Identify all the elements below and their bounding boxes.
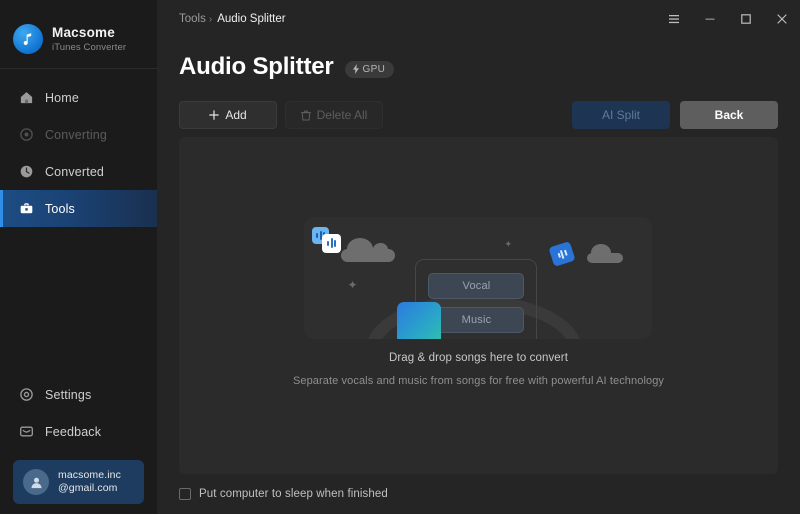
- drop-zone-panel[interactable]: ✦ ✦ Vocal Music Drag & drop songs here t…: [179, 137, 778, 474]
- toolbox-icon: [19, 201, 34, 216]
- sidebar-item-label: Converted: [45, 164, 105, 179]
- main-content: Tools › Audio Splitter Audio Splitter GP…: [157, 0, 800, 514]
- sidebar-nav: Home Converting Converted Tools: [0, 79, 157, 227]
- sidebar-item-feedback[interactable]: Feedback: [0, 413, 157, 450]
- maximize-icon[interactable]: [728, 0, 764, 38]
- trash-icon: [300, 110, 311, 120]
- delete-all-button[interactable]: Delete All: [285, 101, 383, 129]
- back-button[interactable]: Back: [680, 101, 778, 129]
- sidebar-item-label: Tools: [45, 201, 75, 216]
- message-icon: [19, 424, 34, 439]
- ai-split-button-label: AI Split: [601, 108, 640, 122]
- sidebar-item-label: Settings: [45, 387, 92, 402]
- sparkle-icon: ✦: [347, 277, 358, 292]
- titlebar: Tools › Audio Splitter: [157, 0, 800, 38]
- ai-split-button[interactable]: AI Split: [572, 101, 670, 129]
- brand-subtitle: iTunes Converter: [52, 42, 127, 53]
- vocal-pill-label: Vocal: [462, 279, 491, 292]
- account-email-line2: @gmail.com: [58, 482, 118, 494]
- add-button[interactable]: Add: [179, 101, 277, 129]
- account-card[interactable]: macsome.inc @gmail.com: [13, 460, 144, 504]
- vocal-pill: Vocal: [428, 272, 525, 299]
- sidebar-item-label: Feedback: [45, 424, 102, 439]
- clock-icon: [19, 164, 34, 179]
- page-title: Audio Splitter: [179, 53, 334, 80]
- sidebar-item-converted[interactable]: Converted: [0, 153, 157, 190]
- close-icon[interactable]: [764, 0, 800, 38]
- sidebar-item-label: Converting: [45, 127, 107, 142]
- sidebar-item-tools[interactable]: Tools: [0, 190, 157, 227]
- audio-splitter-illustration: ✦ ✦ Vocal Music: [304, 216, 653, 339]
- sparkle-icon: ✦: [504, 238, 513, 249]
- footer: Put computer to sleep when finished: [157, 474, 800, 514]
- toolbar-right-group: AI Split Back: [572, 101, 778, 129]
- plus-icon: [209, 110, 220, 120]
- sidebar-item-converting[interactable]: Converting: [0, 116, 157, 153]
- sidebar-item-label: Home: [45, 90, 79, 105]
- breadcrumb-current: Audio Splitter: [217, 13, 286, 25]
- minimize-icon[interactable]: [692, 0, 728, 38]
- status-badge-label: GPU: [362, 63, 386, 75]
- sleep-checkbox[interactable]: [179, 488, 191, 500]
- sidebar-item-home[interactable]: Home: [0, 79, 157, 116]
- cloud-icon: [341, 237, 396, 262]
- audio-app-card: [397, 301, 442, 339]
- cloud-icon: [587, 243, 624, 263]
- audio-waveform-icon: [322, 233, 342, 253]
- sleep-checkbox-label: Put computer to sleep when finished: [199, 488, 388, 500]
- music-pill: Music: [428, 306, 525, 333]
- sidebar-divider: [0, 68, 157, 69]
- breadcrumb-parent[interactable]: Tools: [179, 13, 206, 25]
- breadcrumb: Tools › Audio Splitter: [179, 13, 286, 25]
- window-controls: [656, 0, 800, 38]
- sidebar-item-settings[interactable]: Settings: [0, 376, 157, 413]
- home-icon: [19, 90, 34, 105]
- back-button-label: Back: [714, 108, 744, 122]
- drop-area: ✦ ✦ Vocal Music Drag & drop songs here t…: [292, 216, 665, 387]
- sidebar: Macsome iTunes Converter Home Converting…: [0, 0, 157, 514]
- application-window: Macsome iTunes Converter Home Converting…: [0, 0, 800, 514]
- music-pill-label: Music: [461, 313, 492, 326]
- account-email-line1: macsome.inc: [58, 469, 121, 481]
- gear-icon: [19, 387, 34, 402]
- sidebar-bottom-nav: Settings Feedback macsome.inc @gmail.com: [0, 376, 157, 514]
- page-title-row: Audio Splitter GPU: [157, 38, 800, 84]
- status-badge: GPU: [344, 60, 395, 78]
- lightning-bolt-icon: [352, 64, 359, 74]
- brand-header: Macsome iTunes Converter: [0, 0, 157, 62]
- toolbar: Add Delete All AI Split Back: [157, 84, 800, 132]
- user-avatar-icon: [23, 469, 49, 495]
- menu-icon[interactable]: [656, 0, 692, 38]
- converting-icon: [19, 127, 34, 142]
- delete-all-button-label: Delete All: [316, 108, 368, 122]
- add-button-label: Add: [225, 108, 247, 122]
- music-note-icon: [13, 24, 43, 54]
- drop-caption-sub: Separate vocals and music from songs for…: [292, 374, 665, 387]
- sleep-checkbox-row[interactable]: Put computer to sleep when finished: [179, 488, 388, 500]
- drop-caption-main: Drag & drop songs here to convert: [388, 351, 569, 364]
- audio-waveform-icon: [548, 240, 577, 267]
- brand-name: Macsome: [52, 25, 115, 40]
- chevron-right-icon: ›: [208, 13, 213, 25]
